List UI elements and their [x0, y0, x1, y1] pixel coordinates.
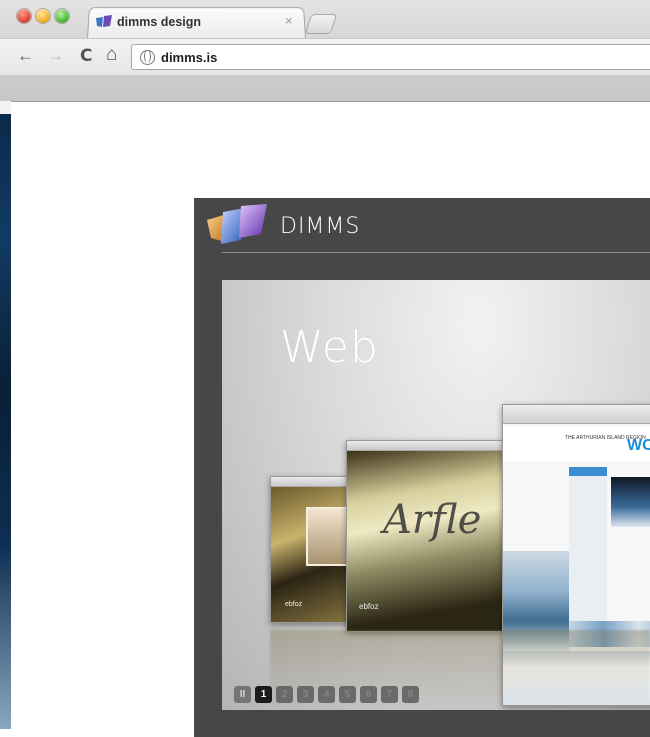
- dimms-favicon-icon: [96, 15, 112, 27]
- back-arrow-icon[interactable]: ←: [17, 46, 34, 66]
- address-url: dimms.is: [161, 49, 218, 65]
- page-button-4[interactable]: 4: [318, 686, 335, 703]
- slideshow-slide[interactable]: Web ebfoz Arfle ebfoz THE ARTHURIAN ISLA…: [222, 280, 650, 710]
- slide-title: Web: [280, 322, 379, 373]
- slide-pager: II 1 2 3 4 5 6 7 8: [234, 686, 419, 703]
- tab-title: dimms design: [117, 15, 202, 29]
- screenshot-photo: [611, 477, 650, 527]
- dimms-logo-icon[interactable]: [205, 204, 269, 248]
- reload-icon[interactable]: C: [80, 46, 92, 66]
- forward-arrow-icon[interactable]: →: [47, 46, 64, 66]
- brand-name[interactable]: DIMMS: [280, 214, 360, 239]
- screenshot-big-text: WO: [627, 437, 650, 454]
- page-button-1[interactable]: 1: [255, 686, 272, 703]
- page-button-2[interactable]: 2: [276, 686, 293, 703]
- screenshot-script-title: Arfle: [383, 497, 482, 543]
- zoom-window-button[interactable]: [55, 9, 69, 23]
- home-icon[interactable]: ⌂: [106, 44, 117, 66]
- page-button-3[interactable]: 3: [297, 686, 314, 703]
- page-button-7[interactable]: 7: [381, 686, 398, 703]
- page-button-6[interactable]: 6: [360, 686, 377, 703]
- window-controls: [17, 9, 69, 23]
- screenshot-logo-text: ebfoz: [285, 601, 303, 608]
- portfolio-screenshot-2: Arfle ebfoz: [346, 440, 508, 632]
- minimize-window-button[interactable]: [36, 9, 50, 23]
- globe-icon: [140, 49, 155, 65]
- tab-content: dimms design: [96, 10, 296, 34]
- address-bar[interactable]: dimms.is: [131, 44, 650, 70]
- close-window-button[interactable]: [17, 9, 31, 23]
- page-button-5[interactable]: 5: [339, 686, 356, 703]
- header-divider: [222, 252, 650, 253]
- pause-button[interactable]: II: [234, 686, 251, 703]
- background-window-edge: [0, 101, 11, 114]
- desktop-background-edge: [0, 114, 11, 729]
- screenshot-logo-text: ebfoz: [359, 602, 379, 611]
- tab-close-icon[interactable]: ×: [285, 13, 293, 28]
- page-button-8[interactable]: 8: [402, 686, 419, 703]
- screenshot-sidebar: [569, 467, 607, 647]
- portrait-image: [306, 507, 350, 566]
